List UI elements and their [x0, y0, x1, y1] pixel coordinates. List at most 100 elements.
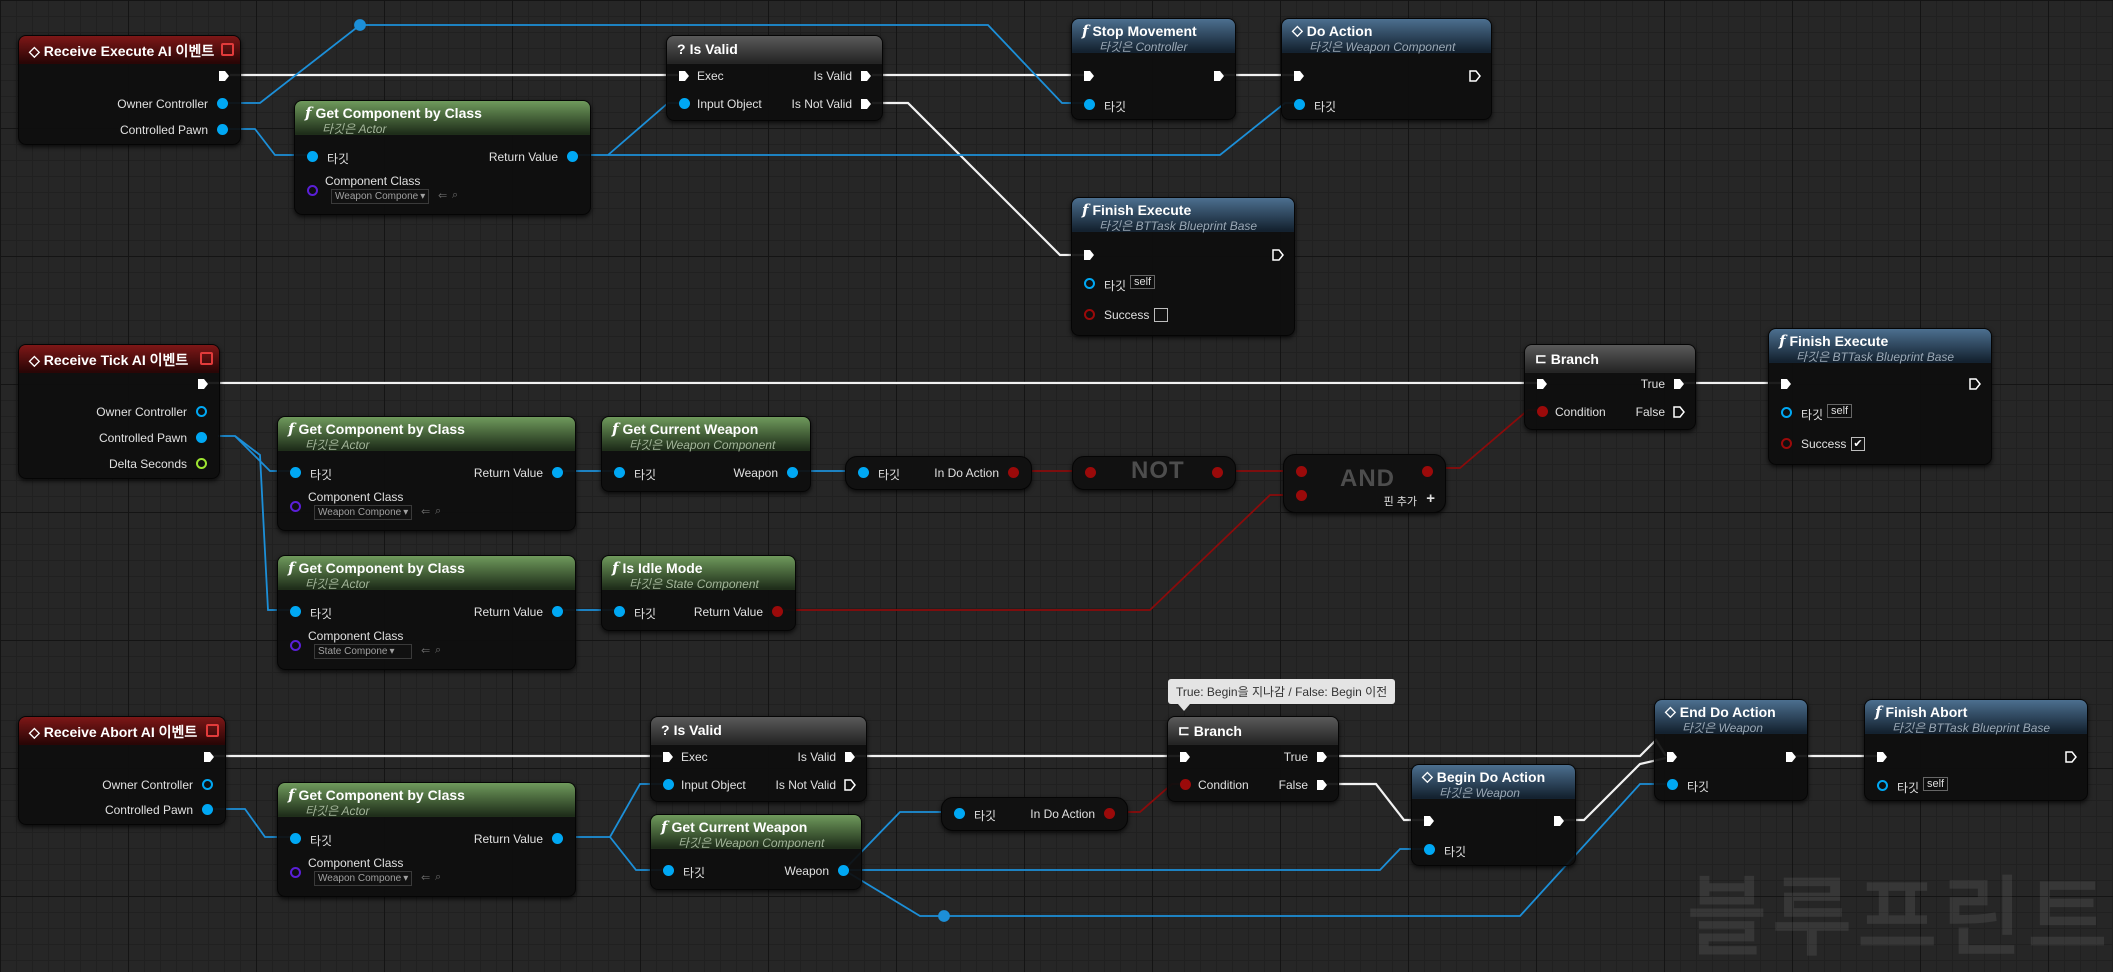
do-action-node[interactable]: ◇ Do Action 타깃은 Weapon Component 타깃	[1281, 18, 1492, 120]
success-pin[interactable]	[1084, 309, 1095, 320]
stop-movement-node[interactable]: f Stop Movement 타깃은 Controller 타깃	[1071, 18, 1236, 120]
condition-pin[interactable]	[1180, 779, 1191, 790]
component-class-pin[interactable]	[290, 640, 301, 651]
return-value-pin[interactable]	[552, 606, 563, 617]
add-pin-plus-icon[interactable]: +	[1426, 490, 1435, 507]
exec-in-pin[interactable]	[1179, 751, 1191, 763]
is-valid-node[interactable]: ? Is Valid Exec Is Valid Input Object Is …	[650, 716, 867, 802]
is-not-valid-exec-pin[interactable]	[844, 779, 856, 791]
exec-out-pin[interactable]	[1272, 249, 1284, 261]
search-icon[interactable]: ⌕	[435, 505, 441, 518]
target-pin[interactable]	[663, 865, 674, 876]
return-value-pin[interactable]	[567, 151, 578, 162]
target-pin[interactable]	[1424, 844, 1435, 855]
true-exec-pin[interactable]	[1673, 378, 1685, 390]
return-value-pin[interactable]	[552, 833, 563, 844]
exec-out-pin[interactable]	[1785, 751, 1797, 763]
target-pin[interactable]	[1084, 99, 1095, 110]
component-class-dropdown[interactable]: State Compone	[314, 644, 412, 659]
not-input-pin[interactable]	[1085, 467, 1096, 478]
receive-abort-ai-event-node[interactable]: ◇ Receive Abort AI 이벤트 Owner Controller C…	[18, 716, 226, 825]
receive-tick-ai-event-node[interactable]: ◇ Receive Tick AI 이벤트 Owner Controller Co…	[18, 344, 220, 479]
target-pin[interactable]	[858, 467, 869, 478]
in-do-action-node[interactable]: 타깃 In Do Action	[941, 797, 1128, 831]
branch-comment-bubble[interactable]: True: Begin을 지나감 / False: Begin 이전	[1168, 679, 1396, 711]
exec-in-pin[interactable]	[678, 70, 690, 82]
exec-in-pin[interactable]	[1293, 70, 1305, 82]
owner-controller-pin[interactable]	[196, 406, 207, 417]
false-exec-pin[interactable]	[1316, 779, 1328, 791]
get-component-by-class-node[interactable]: f Get Component by Class 타깃은 Actor 타깃 Ret…	[277, 416, 576, 531]
target-pin[interactable]	[1877, 780, 1888, 791]
is-idle-mode-node[interactable]: f Is Idle Mode 타깃은 State Component 타깃 Ret…	[601, 555, 796, 631]
and-node[interactable]: AND 핀 추가 +	[1283, 454, 1446, 513]
search-icon[interactable]: ⌕	[435, 871, 441, 884]
add-pin-label[interactable]: 핀 추가	[1384, 493, 1417, 509]
component-class-pin[interactable]	[307, 185, 318, 196]
target-pin[interactable]	[290, 606, 301, 617]
component-class-dropdown[interactable]: Weapon Compone	[314, 871, 412, 886]
is-not-valid-exec-pin[interactable]	[860, 98, 872, 110]
return-value-pin[interactable]	[552, 467, 563, 478]
exec-in-pin[interactable]	[1083, 70, 1095, 82]
exec-in-pin[interactable]	[1083, 249, 1095, 261]
finish-execute-node[interactable]: f Finish Execute 타깃은 BTTask Blueprint Bas…	[1768, 328, 1992, 465]
component-class-pin[interactable]	[290, 501, 301, 512]
component-class-dropdown[interactable]: Weapon Compone	[314, 505, 412, 520]
end-do-action-node[interactable]: ◇ End Do Action 타깃은 Weapon 타깃	[1654, 699, 1808, 801]
success-pin[interactable]	[1781, 438, 1792, 449]
browse-arrow-icon[interactable]: ⇐	[421, 644, 430, 657]
get-current-weapon-node[interactable]: f Get Current Weapon 타깃은 Weapon Component…	[650, 814, 862, 890]
get-component-by-class-node[interactable]: f Get Component by Class 타깃은 Actor 타깃 Ret…	[277, 555, 576, 670]
finish-execute-node[interactable]: f Finish Execute 타깃은 BTTask Blueprint Bas…	[1071, 197, 1295, 336]
target-pin[interactable]	[614, 606, 625, 617]
target-pin[interactable]	[290, 467, 301, 478]
exec-in-pin[interactable]	[1876, 751, 1888, 763]
event-delegate-icon[interactable]	[221, 43, 234, 56]
input-object-pin[interactable]	[663, 779, 674, 790]
component-class-dropdown[interactable]: Weapon Compone	[331, 189, 429, 204]
in-do-action-node[interactable]: 타깃 In Do Action	[845, 456, 1032, 490]
get-component-by-class-node[interactable]: f Get Component by Class 타깃은 Actor 타깃 Ret…	[277, 782, 576, 897]
exec-in-pin[interactable]	[1666, 751, 1678, 763]
and-input-a-pin[interactable]	[1296, 466, 1307, 477]
success-checkbox-checked[interactable]: ✔	[1851, 437, 1865, 451]
is-valid-node[interactable]: ? Is Valid Exec Is Valid Input Object Is …	[666, 35, 883, 121]
branch-node[interactable]: ⊏ Branch True Condition False	[1167, 716, 1339, 802]
controlled-pawn-pin[interactable]	[217, 124, 228, 135]
target-pin[interactable]	[954, 808, 965, 819]
and-input-b-pin[interactable]	[1296, 490, 1307, 501]
owner-controller-pin[interactable]	[202, 779, 213, 790]
controlled-pawn-pin[interactable]	[202, 804, 213, 815]
input-object-pin[interactable]	[679, 98, 690, 109]
success-checkbox[interactable]	[1154, 308, 1168, 322]
browse-arrow-icon[interactable]: ⇐	[421, 505, 430, 518]
component-class-pin[interactable]	[290, 867, 301, 878]
get-current-weapon-node[interactable]: f Get Current Weapon 타깃은 Weapon Component…	[601, 416, 811, 492]
browse-arrow-icon[interactable]: ⇐	[438, 189, 447, 202]
exec-out-pin[interactable]	[1969, 378, 1981, 390]
finish-abort-node[interactable]: f Finish Abort 타깃은 BTTask Blueprint Base …	[1864, 699, 2088, 801]
return-value-pin[interactable]	[772, 606, 783, 617]
controlled-pawn-pin[interactable]	[196, 432, 207, 443]
not-output-pin[interactable]	[1212, 467, 1223, 478]
is-valid-exec-pin[interactable]	[844, 751, 856, 763]
in-do-action-pin[interactable]	[1008, 467, 1019, 478]
is-valid-exec-pin[interactable]	[860, 70, 872, 82]
target-pin[interactable]	[307, 151, 318, 162]
exec-out-pin[interactable]	[1469, 70, 1481, 82]
delta-seconds-pin[interactable]	[196, 458, 207, 469]
target-pin[interactable]	[1084, 278, 1095, 289]
exec-out-pin[interactable]	[2065, 751, 2077, 763]
false-exec-pin[interactable]	[1673, 406, 1685, 418]
event-delegate-icon[interactable]	[206, 724, 219, 737]
weapon-pin[interactable]	[838, 865, 849, 876]
receive-execute-ai-event-node[interactable]: ◇ Receive Execute AI 이벤트 Owner Controller…	[18, 35, 241, 145]
search-icon[interactable]: ⌕	[452, 189, 458, 202]
and-output-pin[interactable]	[1422, 466, 1433, 477]
exec-in-pin[interactable]	[662, 751, 674, 763]
exec-out-pin[interactable]	[197, 378, 209, 390]
begin-do-action-node[interactable]: ◇ Begin Do Action 타깃은 Weapon 타깃	[1411, 764, 1576, 866]
target-pin[interactable]	[614, 467, 625, 478]
search-icon[interactable]: ⌕	[435, 644, 441, 657]
